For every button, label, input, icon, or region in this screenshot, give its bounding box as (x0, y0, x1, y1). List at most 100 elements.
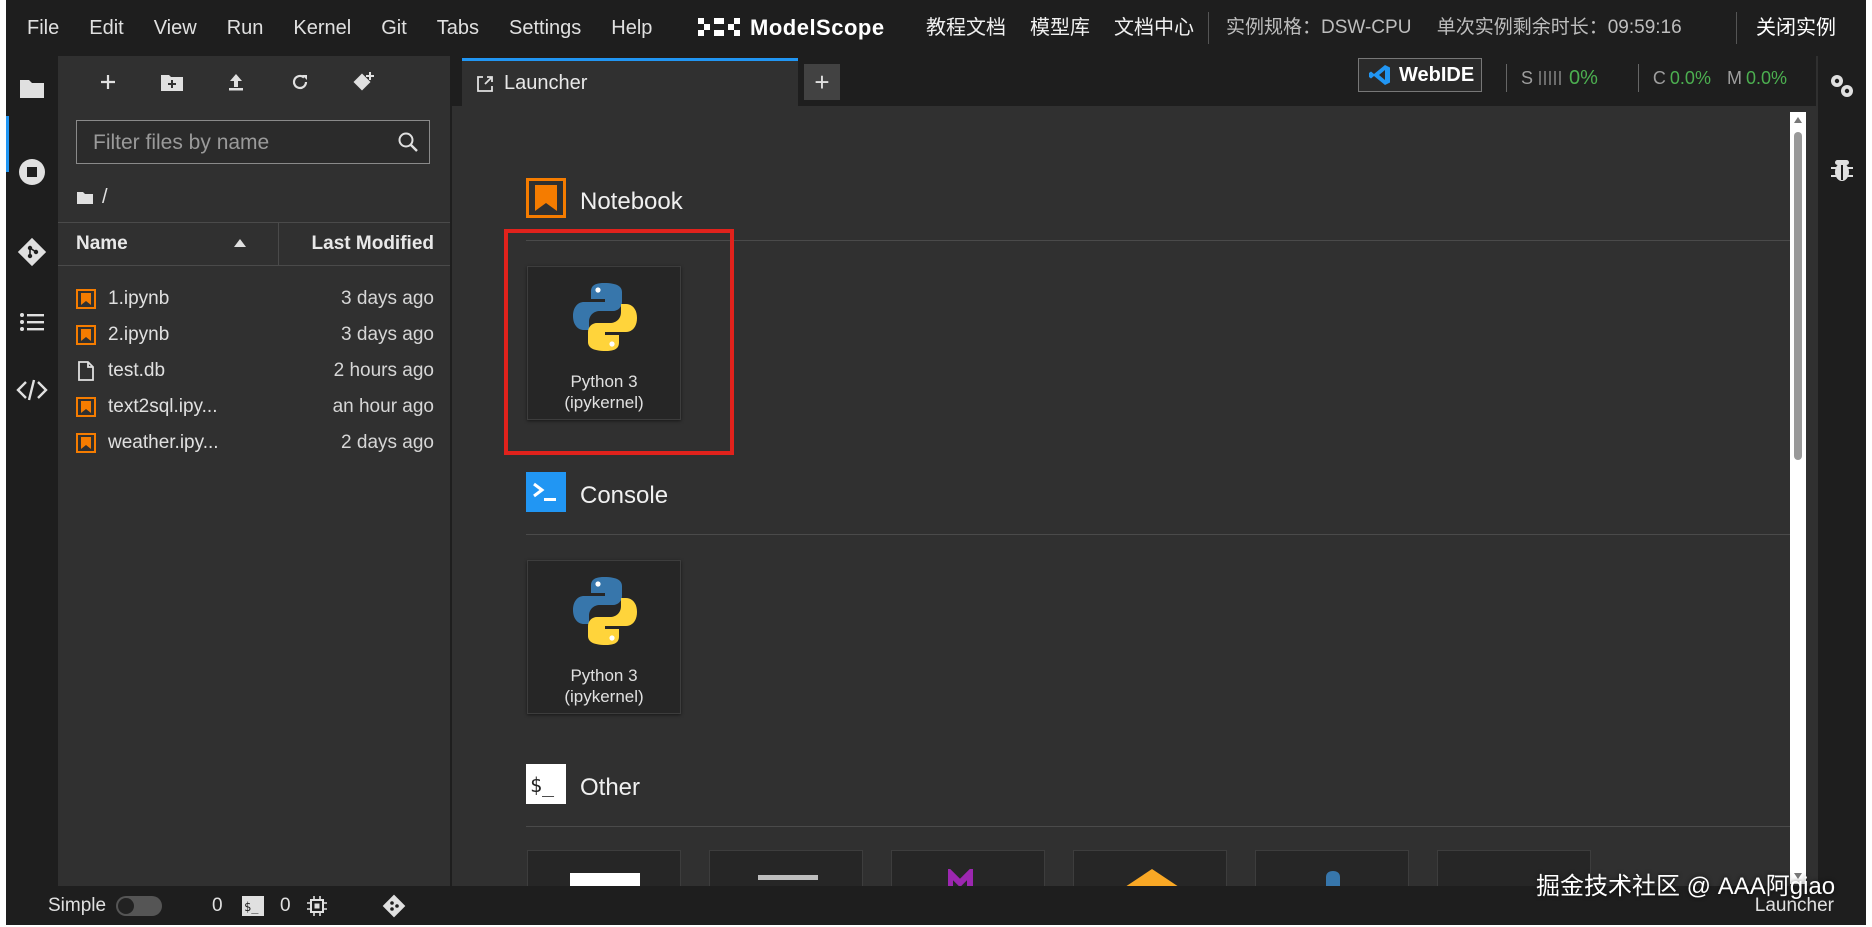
text-file-card-icon (758, 875, 818, 880)
column-divider[interactable] (278, 223, 279, 265)
tab-label: Launcher (504, 72, 588, 94)
link-docs-center[interactable]: 文档中心 (1102, 0, 1206, 56)
file-modified: an hour ago (332, 396, 434, 417)
card-label-line1: Python 3 (570, 666, 638, 685)
refresh-button[interactable] (282, 66, 318, 98)
tab-bar: Launcher + WebIDE S 0% C 0.0% M 0.0% (452, 56, 1816, 106)
modelscope-brand[interactable]: ModelScope (696, 12, 885, 44)
folder-icon[interactable] (16, 72, 48, 104)
menu-view[interactable]: View (139, 0, 212, 56)
memory-label: M (1726, 67, 1742, 88)
brand-name: ModelScope (750, 15, 885, 40)
table-of-contents-icon[interactable] (16, 306, 48, 338)
metrics-divider (1637, 64, 1639, 92)
new-launcher-button[interactable] (90, 66, 126, 98)
menu-settings[interactable]: Settings (494, 0, 596, 56)
metrics-divider (1506, 64, 1507, 92)
memory-value: 0.0% (1745, 67, 1787, 88)
git-status-icon[interactable] (382, 894, 406, 918)
terminals-count[interactable]: 0 (280, 895, 291, 917)
show-contextual-help-card[interactable] (1255, 850, 1409, 886)
simple-mode-label: Simple (48, 894, 107, 916)
kernels-count[interactable]: 0 (212, 895, 223, 917)
active-indicator (6, 116, 9, 172)
menu-git[interactable]: Git (366, 0, 422, 56)
close-instance-button[interactable]: 关闭实例 (1756, 0, 1836, 56)
git-clone-button[interactable] (346, 66, 382, 98)
launcher-panel: Notebook Python 3 (ipykernel) Console Py… (452, 106, 1792, 886)
remaining-time: 单次实例剩余时长：09:59:16 (1436, 17, 1682, 38)
link-model-hub[interactable]: 模型库 (1018, 0, 1102, 56)
search-icon (398, 132, 418, 152)
tab-launcher[interactable]: Launcher (462, 58, 798, 106)
breadcrumb-path[interactable]: / (102, 186, 108, 209)
webide-button[interactable]: WebIDE (1358, 58, 1482, 92)
filter-files-input[interactable] (91, 127, 385, 159)
menu-run[interactable]: Run (212, 0, 279, 56)
cpu-value: 0.0% (1669, 67, 1711, 88)
file-name: text2sql.ipy... (108, 396, 218, 417)
new-tab-button[interactable]: + (804, 64, 840, 100)
column-name[interactable]: Name (76, 233, 128, 255)
menu-edit[interactable]: Edit (74, 0, 138, 56)
menu-kernel[interactable]: Kernel (278, 0, 366, 56)
notebook-icon (76, 289, 96, 309)
terminal-card[interactable] (527, 850, 681, 886)
upload-button[interactable] (218, 66, 254, 98)
console-python3-card[interactable]: Python 3 (ipykernel) (527, 560, 681, 714)
menu-bar: File Edit View Run Kernel Git Tabs Setti… (6, 0, 1866, 56)
launcher-scrollbar[interactable] (1790, 112, 1806, 884)
git-icon[interactable] (16, 236, 48, 268)
instance-spec: 实例规格：DSW-CPU (1226, 17, 1412, 38)
scroll-up-icon[interactable] (1793, 116, 1803, 124)
menu-help[interactable]: Help (596, 0, 667, 56)
link-tutorials[interactable]: 教程文档 (914, 0, 1018, 56)
file-name: 2.ipynb (108, 324, 170, 345)
terminal-icon: $_ (526, 764, 566, 804)
column-last-modified[interactable]: Last Modified (312, 233, 434, 255)
launcher-icon (477, 75, 493, 92)
running-sessions-icon[interactable] (16, 156, 48, 188)
console-icon (526, 472, 566, 512)
debugger-icon[interactable] (1830, 156, 1854, 184)
section-title-other: Other (580, 774, 641, 801)
cpu-chip-icon[interactable] (306, 895, 328, 917)
file-name: 1.ipynb (108, 288, 170, 309)
sort-ascending-icon (234, 239, 246, 247)
menubar-divider (1208, 12, 1209, 44)
notebook-icon (76, 397, 96, 417)
scrollbar-thumb[interactable] (1794, 132, 1802, 460)
menu-tabs[interactable]: Tabs (422, 0, 494, 56)
resource-metrics: S 0% C 0.0% M 0.0% (1506, 64, 1787, 92)
vscode-icon (1369, 65, 1390, 85)
section-divider (526, 534, 1792, 535)
code-snippets-icon[interactable] (16, 374, 48, 406)
svg-text:$_: $_ (530, 773, 555, 797)
new-folder-button[interactable] (154, 66, 190, 98)
python-file-card[interactable] (1073, 850, 1227, 886)
right-sidebar-rail (1818, 56, 1866, 886)
simple-mode-toggle[interactable] (116, 896, 162, 916)
folder-icon[interactable] (76, 190, 94, 205)
property-inspector-icon[interactable] (1828, 72, 1856, 100)
menubar-divider (1736, 12, 1737, 44)
file-row[interactable]: weather.ipy... 2 days ago (58, 422, 450, 464)
storage-value: 0% (1569, 66, 1598, 89)
section-divider (526, 826, 1792, 827)
left-sidebar-rail (6, 56, 58, 886)
python-file-card-icon (1126, 869, 1178, 886)
jupyterlab-window: File Edit View Run Kernel Git Tabs Setti… (6, 0, 1866, 925)
file-list-header: Name Last Modified (58, 222, 450, 266)
file-browser: / Name Last Modified 1.ipynb 3 days ago … (58, 56, 452, 886)
storage-label: S (1521, 67, 1534, 88)
svg-text:$_: $_ (244, 900, 259, 914)
markdown-file-card[interactable] (891, 850, 1045, 886)
file-modified: 2 days ago (341, 432, 434, 453)
breadcrumb: / (76, 186, 108, 209)
text-file-card[interactable] (709, 850, 863, 886)
menu-file[interactable]: File (12, 0, 74, 56)
file-modified: 3 days ago (341, 288, 434, 309)
markdown-card-icon (948, 869, 973, 886)
terminal-icon[interactable]: $_ (242, 896, 264, 916)
file-modified: 2 hours ago (333, 360, 434, 381)
